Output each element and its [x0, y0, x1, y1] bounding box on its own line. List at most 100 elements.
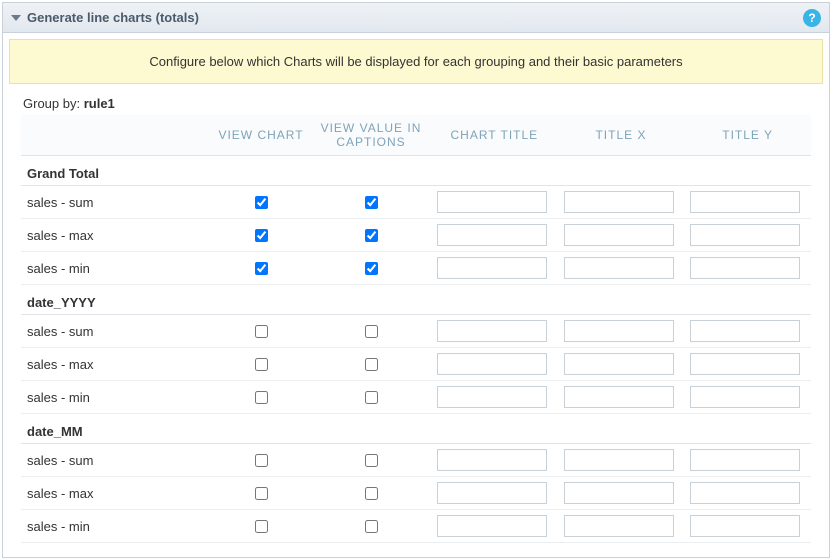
title-x-input[interactable] — [564, 386, 674, 408]
view-chart-checkbox[interactable] — [255, 325, 268, 338]
info-bar: Configure below which Charts will be dis… — [9, 39, 823, 84]
row-label: sales - max — [21, 219, 211, 252]
cell-chart-title — [431, 252, 558, 285]
cell-title-x — [558, 348, 685, 381]
title-y-input[interactable] — [690, 449, 800, 471]
chart-title-input[interactable] — [437, 353, 547, 375]
col-header-title-y[interactable]: TITLE Y — [684, 115, 811, 156]
view-value-checkbox[interactable] — [365, 358, 378, 371]
view-chart-checkbox[interactable] — [255, 391, 268, 404]
chart-title-input[interactable] — [437, 449, 547, 471]
title-y-input[interactable] — [690, 257, 800, 279]
title-y-input[interactable] — [690, 191, 800, 213]
title-x-input[interactable] — [564, 224, 674, 246]
row-label: sales - sum — [21, 186, 211, 219]
row-label: sales - min — [21, 510, 211, 543]
view-chart-checkbox[interactable] — [255, 487, 268, 500]
cell-title-y — [684, 219, 811, 252]
section-header: date_MM — [21, 414, 811, 444]
cell-view-value — [311, 315, 431, 348]
title-x-input[interactable] — [564, 515, 674, 537]
table-row: sales - min — [21, 252, 811, 285]
title-y-input[interactable] — [690, 320, 800, 342]
title-x-input[interactable] — [564, 191, 674, 213]
table-row: sales - sum — [21, 186, 811, 219]
title-y-input[interactable] — [690, 386, 800, 408]
cell-view-value — [311, 510, 431, 543]
help-icon[interactable]: ? — [803, 9, 821, 27]
table-row: sales - min — [21, 510, 811, 543]
view-chart-checkbox[interactable] — [255, 520, 268, 533]
title-x-input[interactable] — [564, 320, 674, 342]
view-value-checkbox[interactable] — [365, 520, 378, 533]
title-x-input[interactable] — [564, 257, 674, 279]
title-x-input[interactable] — [564, 449, 674, 471]
view-value-checkbox[interactable] — [365, 454, 378, 467]
view-value-checkbox[interactable] — [365, 487, 378, 500]
panel-title: Generate line charts (totals) — [27, 10, 199, 25]
col-header-label — [21, 115, 211, 156]
panel-body: Group by: rule1 VIEW CHART VIEW VALUE IN… — [3, 90, 829, 557]
cell-view-chart — [211, 315, 311, 348]
view-chart-checkbox[interactable] — [255, 358, 268, 371]
title-x-input[interactable] — [564, 353, 674, 375]
title-y-input[interactable] — [690, 482, 800, 504]
cell-title-y — [684, 315, 811, 348]
cell-view-value — [311, 444, 431, 477]
cell-title-y — [684, 477, 811, 510]
col-header-view-value[interactable]: VIEW VALUE IN CAPTIONS — [311, 115, 431, 156]
title-x-input[interactable] — [564, 482, 674, 504]
chart-title-input[interactable] — [437, 515, 547, 537]
collapse-icon[interactable] — [11, 15, 21, 21]
cell-view-chart — [211, 381, 311, 414]
view-value-checkbox[interactable] — [365, 391, 378, 404]
title-y-input[interactable] — [690, 515, 800, 537]
chart-title-input[interactable] — [437, 191, 547, 213]
cell-title-x — [558, 186, 685, 219]
cell-view-value — [311, 477, 431, 510]
cell-chart-title — [431, 186, 558, 219]
chart-title-input[interactable] — [437, 482, 547, 504]
view-chart-checkbox[interactable] — [255, 262, 268, 275]
table-row: sales - sum — [21, 315, 811, 348]
cell-view-value — [311, 252, 431, 285]
cell-view-value — [311, 186, 431, 219]
col-header-chart-title[interactable]: CHART TITLE — [431, 115, 558, 156]
row-label: sales - min — [21, 381, 211, 414]
cell-view-value — [311, 348, 431, 381]
cell-title-y — [684, 510, 811, 543]
col-header-view-chart[interactable]: VIEW CHART — [211, 115, 311, 156]
view-value-checkbox[interactable] — [365, 196, 378, 209]
chart-title-input[interactable] — [437, 320, 547, 342]
cell-chart-title — [431, 444, 558, 477]
view-chart-checkbox[interactable] — [255, 454, 268, 467]
groupby-label: Group by: — [23, 96, 80, 111]
cell-view-chart — [211, 477, 311, 510]
title-y-input[interactable] — [690, 353, 800, 375]
cell-title-y — [684, 348, 811, 381]
cell-title-y — [684, 381, 811, 414]
view-value-checkbox[interactable] — [365, 262, 378, 275]
col-header-title-x[interactable]: TITLE X — [558, 115, 685, 156]
cell-chart-title — [431, 219, 558, 252]
title-y-input[interactable] — [690, 224, 800, 246]
view-chart-checkbox[interactable] — [255, 229, 268, 242]
cell-view-value — [311, 381, 431, 414]
chart-title-input[interactable] — [437, 224, 547, 246]
chart-title-input[interactable] — [437, 257, 547, 279]
section-name: date_MM — [21, 414, 811, 444]
table-row: sales - min — [21, 381, 811, 414]
chart-title-input[interactable] — [437, 386, 547, 408]
row-label: sales - sum — [21, 315, 211, 348]
panel-generate-line-charts: Generate line charts (totals) ? Configur… — [2, 2, 830, 558]
cell-view-chart — [211, 510, 311, 543]
section-header: date_YYYY — [21, 285, 811, 315]
view-value-checkbox[interactable] — [365, 325, 378, 338]
table-row: sales - max — [21, 219, 811, 252]
cell-title-x — [558, 219, 685, 252]
panel-header[interactable]: Generate line charts (totals) ? — [3, 3, 829, 33]
cell-chart-title — [431, 510, 558, 543]
view-value-checkbox[interactable] — [365, 229, 378, 242]
cell-view-value — [311, 219, 431, 252]
view-chart-checkbox[interactable] — [255, 196, 268, 209]
